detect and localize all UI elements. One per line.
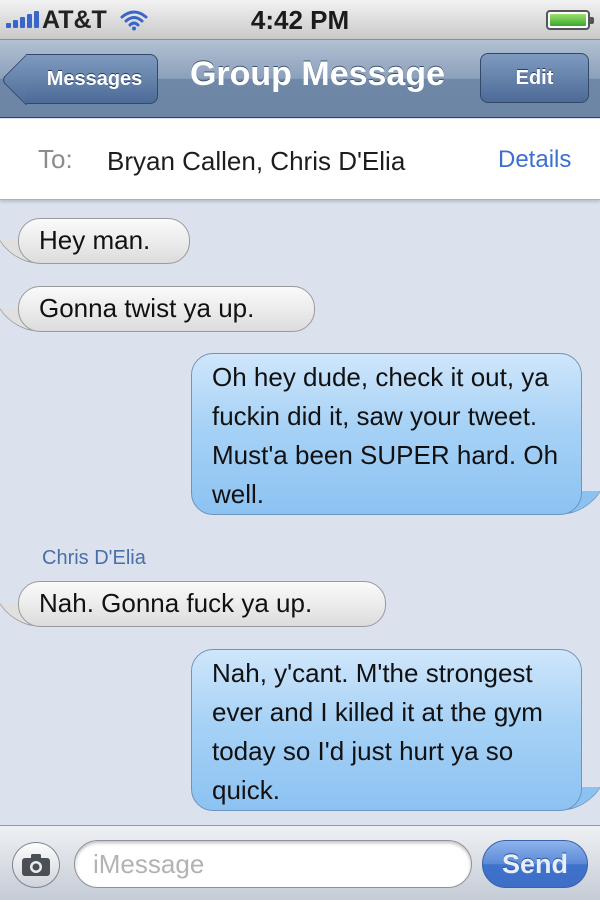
outgoing-message-bubble[interactable]: Nah, y'cant. M'the strongest ever and I … xyxy=(191,649,582,811)
edit-button[interactable]: Edit xyxy=(480,53,589,103)
details-button[interactable]: Details xyxy=(498,146,571,174)
back-button-container: Messages xyxy=(0,40,170,118)
status-bar: AT&T 4:42 PM xyxy=(0,0,600,40)
recipients-bar: To: Bryan Callen, Chris D'Elia Details xyxy=(0,119,600,200)
camera-icon xyxy=(22,854,50,876)
recipient-names: Bryan Callen, Chris D'Elia xyxy=(107,146,406,176)
clock: 4:42 PM xyxy=(250,5,350,35)
incoming-message-bubble[interactable]: Nah. Gonna fuck ya up. xyxy=(18,581,386,627)
sender-name: Chris D'Elia xyxy=(42,547,146,569)
battery-icon xyxy=(546,10,594,30)
back-to-messages-button[interactable]: Messages xyxy=(26,54,158,104)
imessage-input[interactable] xyxy=(74,840,472,888)
message-input-bar: Send xyxy=(0,825,600,900)
to-label: To: xyxy=(38,144,73,174)
incoming-message-bubble[interactable]: Hey man. xyxy=(18,218,190,264)
send-button[interactable]: Send xyxy=(482,840,588,888)
page-title: Group Message xyxy=(189,55,446,93)
conversation-thread[interactable]: Hey man. Gonna twist ya up. Oh hey dude,… xyxy=(0,201,600,825)
incoming-message-bubble[interactable]: Gonna twist ya up. xyxy=(18,286,315,332)
camera-button[interactable] xyxy=(12,842,60,888)
outgoing-message-bubble[interactable]: Oh hey dude, check it out, ya fuckin did… xyxy=(191,353,582,515)
navigation-bar: Messages Group Message Edit xyxy=(0,40,600,118)
